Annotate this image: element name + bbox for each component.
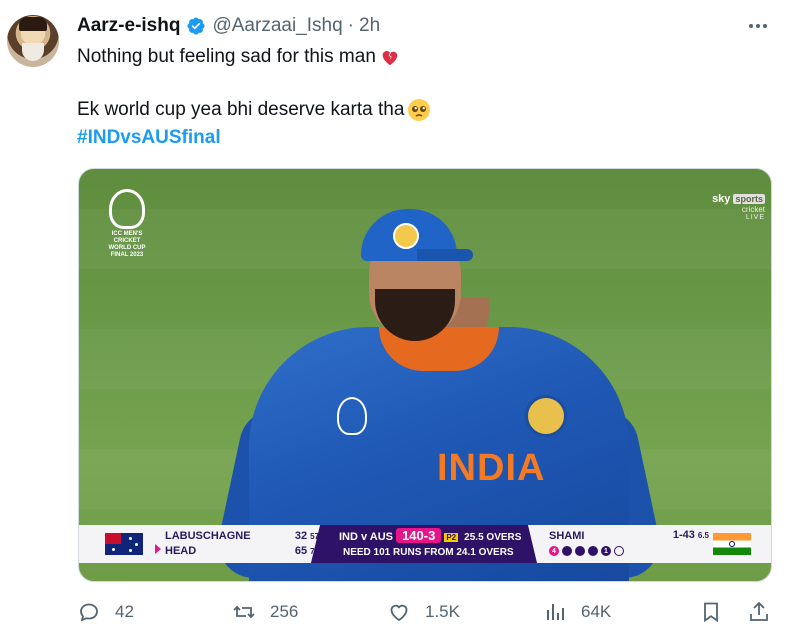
like-button[interactable]: 1.5K	[387, 597, 460, 627]
tweet-text: Ek world cup yea bhi deserve karta tha	[77, 99, 405, 121]
ball-result: 1	[601, 546, 611, 556]
broadcaster-sub: cricket	[741, 205, 765, 214]
heart-icon	[390, 604, 408, 622]
more-dot-icon	[749, 24, 753, 28]
cap-badge-icon	[393, 223, 419, 249]
repost-icon	[233, 605, 255, 619]
batter-1-runs: 32	[294, 530, 308, 542]
repost-button[interactable]: 256	[232, 597, 298, 627]
ball-result-dot: 0	[562, 546, 572, 556]
share-icon	[750, 601, 768, 621]
team-total: 140-3	[396, 528, 442, 543]
batter-scores: 3257 6571	[279, 529, 319, 559]
broken-heart-emoji-icon	[382, 51, 398, 66]
target-text: NEED 101 RUNS FROM 24.1 OVERS	[343, 547, 514, 558]
share-button[interactable]	[747, 597, 785, 627]
bowler-overs: 6.5	[697, 531, 709, 540]
views-count: 64K	[581, 602, 612, 621]
flag-star	[112, 548, 115, 551]
separator-dot: ·	[347, 15, 354, 36]
avatar-cap	[19, 17, 47, 31]
author-handle[interactable]: @Aarzaai_Ishq	[212, 15, 342, 37]
score-bar: LABUSCHAGNE HEAD 3257 6571 IND v AUS 140…	[79, 525, 771, 563]
more-dot-icon	[763, 24, 767, 28]
ball-result-dot: 0	[588, 546, 598, 556]
match-summary: IND v AUS 140-3 P2 25.5 OVERS NEED 101 RU…	[311, 525, 537, 563]
broadcaster-channel: sports	[733, 194, 765, 204]
more-options-button[interactable]	[746, 14, 770, 38]
trophy-icon	[109, 189, 145, 229]
live-indicator: LIVE	[745, 214, 765, 221]
powerplay-badge: P2	[444, 533, 459, 542]
tweet-text: Nothing but feeling sad for this man	[77, 46, 376, 67]
pleading-face-emoji-icon	[408, 99, 431, 121]
tweet-text-line-1: Nothing but feeling sad for this man	[77, 45, 401, 69]
batter-2-runs: 65	[294, 545, 308, 557]
tweet-header: Aarz-e-ishq @Aarzaai_Ishq · 2h	[77, 14, 380, 38]
author-display-name[interactable]: Aarz-e-ishq	[77, 15, 180, 37]
cap-visor	[417, 249, 473, 261]
india-flag-icon	[713, 533, 751, 555]
union-jack-canton	[105, 533, 121, 544]
ball-result: 4	[549, 546, 559, 556]
tweet-timestamp[interactable]: 2h	[359, 15, 380, 37]
broadcaster-logo: sky sports cricket LIVE	[712, 193, 765, 221]
broadcaster-brand: sky	[712, 193, 731, 205]
avatar-beard	[22, 43, 44, 61]
flag-star	[135, 543, 138, 546]
event-logo-text: ICC MEN'S CRICKET WORLD CUP FINAL 2023	[108, 231, 146, 258]
reply-count: 42	[115, 602, 134, 621]
bookmark-icon	[704, 602, 718, 623]
over-balls: 4 0 0 0 1	[549, 546, 709, 556]
verified-badge-icon	[187, 17, 206, 35]
ball-result-dot: 0	[575, 546, 585, 556]
reply-button[interactable]: 42	[77, 597, 134, 627]
views-button[interactable]: 64K	[543, 597, 611, 627]
on-strike-indicator-icon	[155, 544, 161, 554]
tweet-image[interactable]: ICC MEN'S CRICKET WORLD CUP FINAL 2023 s…	[78, 168, 772, 582]
hashtag-link[interactable]: #INDvsAUSfinal	[77, 126, 221, 150]
repost-count: 256	[270, 602, 299, 621]
bookmark-button[interactable]	[699, 597, 737, 627]
like-count: 1.5K	[425, 602, 460, 621]
author-avatar[interactable]	[7, 15, 59, 67]
jersey-text: INDIA	[437, 447, 546, 489]
jersey-worldcup-logo-icon	[337, 397, 367, 435]
bowler-figures: 1-43	[672, 529, 695, 541]
australia-flag-icon	[105, 533, 143, 555]
batters: LABUSCHAGNE HEAD	[155, 529, 285, 559]
jersey-crest-icon	[525, 395, 567, 437]
ball-pending	[614, 546, 624, 556]
tweet-actions: 42 256 1.5K 64K	[77, 597, 773, 627]
batter-2-name: HEAD	[165, 545, 197, 557]
views-chart-icon	[547, 604, 564, 620]
bowler-info: SHAMI 1-436.5 4 0 0 0 1	[549, 529, 709, 556]
reply-icon	[80, 603, 98, 622]
flag-star	[129, 549, 132, 552]
world-cup-logo: ICC MEN'S CRICKET WORLD CUP FINAL 2023	[105, 189, 149, 259]
flag-star	[129, 537, 132, 540]
batter-1-name: LABUSCHAGNE	[165, 530, 251, 542]
more-dot-icon	[756, 24, 760, 28]
match-label: IND v AUS	[339, 531, 393, 543]
overs-count: 25.5 OVERS	[464, 532, 522, 543]
tweet-text-line-2: Ek world cup yea bhi deserve karta tha	[77, 98, 431, 122]
